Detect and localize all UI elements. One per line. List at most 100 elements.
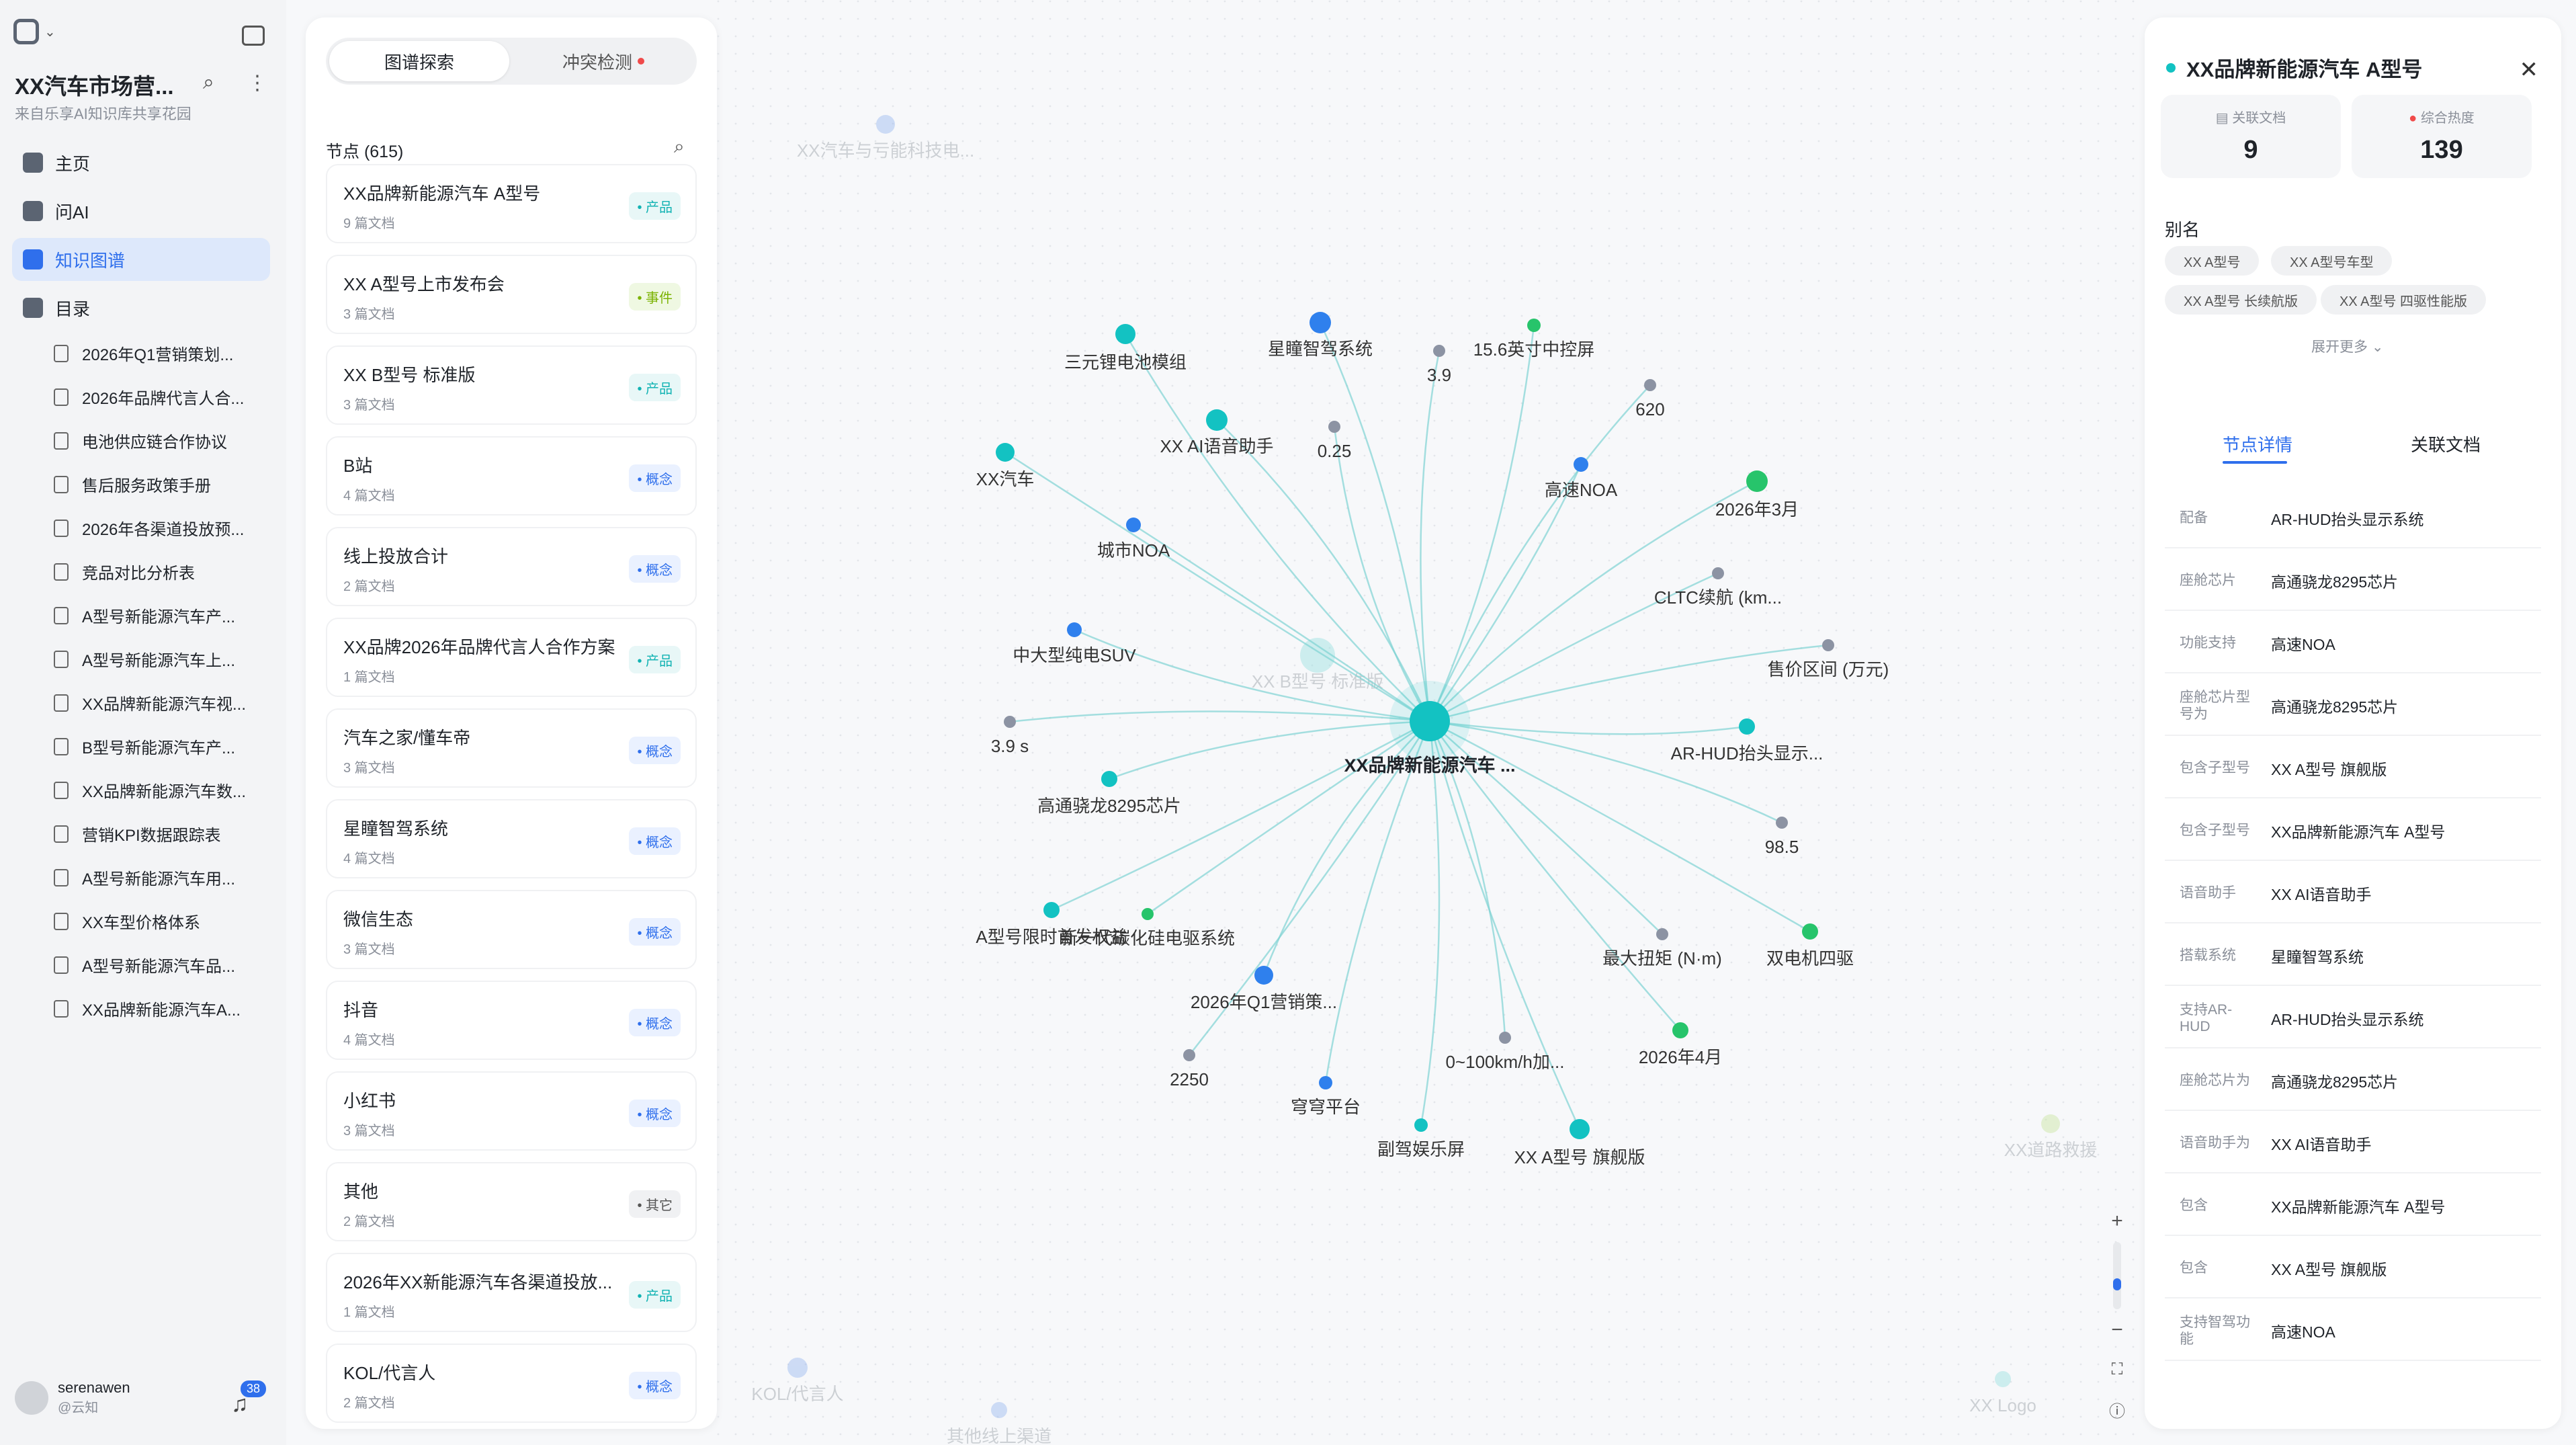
document-icon xyxy=(54,999,69,1018)
relation-target[interactable]: XX AI语音助手 xyxy=(2271,863,2372,923)
node-type-badge: • 产品 xyxy=(629,374,681,401)
node-list-item[interactable]: 汽车之家/懂车帝 3 篇文档 • 概念 xyxy=(326,708,697,788)
relation-target[interactable]: 高通骁龙8295芯片 xyxy=(2271,550,2398,611)
graph-node-dot xyxy=(1126,518,1141,532)
expand-more-button[interactable]: 展开更多 ⌄ xyxy=(2311,336,2383,356)
toc-item[interactable]: B型号新能源汽车产... xyxy=(54,735,269,758)
relation-row: 座舱芯片型号为 高通骁龙8295芯片 xyxy=(2165,675,2541,736)
node-list-item[interactable]: 微信生态 3 篇文档 • 概念 xyxy=(326,890,697,969)
relation-type: 功能支持 xyxy=(2180,635,2236,651)
relation-target[interactable]: XX品牌新能源汽车 A型号 xyxy=(2271,800,2445,861)
relation-target[interactable]: XX A型号 旗舰版 xyxy=(2271,738,2387,798)
graph-node-label: 3.9 xyxy=(1427,365,1451,385)
tab-graph-explore[interactable]: 图谱探索 xyxy=(329,41,509,81)
graph-node-label: 星瞳智驾系统 xyxy=(1268,339,1373,359)
tab-node-details[interactable]: 节点详情 xyxy=(2223,431,2292,456)
workspace-switcher[interactable]: ⌄ xyxy=(13,19,56,44)
sidebar: ⌄ XX汽车市场营... 来自乐享AI知识库共享花园 ⌕ ⋮ 主页 问AI 知识… xyxy=(0,0,286,1445)
search-icon[interactable]: ⌕ xyxy=(674,136,685,158)
zoom-out-icon[interactable]: − xyxy=(2096,1319,2138,1341)
toc-item-label: 2026年Q1营销策划... xyxy=(82,346,234,364)
node-list-item[interactable]: XX品牌新能源汽车 A型号 9 篇文档 • 产品 xyxy=(326,164,697,243)
node-list-item[interactable]: 2026年XX新能源汽车各渠道投放... 1 篇文档 • 产品 xyxy=(326,1253,697,1332)
ai-icon xyxy=(23,201,43,221)
detail-title: XX品牌新能源汽车 A型号 xyxy=(2166,52,2422,83)
node-list-item[interactable]: 其他 2 篇文档 • 其它 xyxy=(326,1162,697,1241)
relation-row: 语音助手为 XX AI语音助手 xyxy=(2165,1113,2541,1173)
toc-item[interactable]: 售后服务政策手册 xyxy=(54,472,269,496)
graph-node-dot xyxy=(996,443,1015,462)
node-type-label: 概念 xyxy=(646,1017,673,1032)
node-list-item[interactable]: KOL/代言人 2 篇文档 • 概念 xyxy=(326,1344,697,1423)
knowledge-graph-canvas[interactable]: XX汽车与亏能科技电... XX B型号 标准版 KOL/代言人 XX道路救援 XX L… xyxy=(717,0,2143,1445)
graph-node-label: 2250 xyxy=(1170,1069,1209,1089)
relation-target[interactable]: XX品牌新能源汽车 A型号 xyxy=(2271,1175,2445,1236)
relation-target[interactable]: 高速NOA xyxy=(2271,613,2335,673)
node-list-item[interactable]: XX B型号 标准版 3 篇文档 • 产品 xyxy=(326,345,697,425)
zoom-slider-thumb[interactable] xyxy=(2113,1278,2121,1290)
relation-target[interactable]: XX AI语音助手 xyxy=(2271,1113,2372,1173)
toc-item[interactable]: A型号新能源汽车品... xyxy=(54,953,269,977)
toc-item-label: XX车型价格体系 xyxy=(82,914,201,932)
nav-home[interactable]: 主页 xyxy=(12,141,270,184)
relation-target[interactable]: AR-HUD抬头显示系统 xyxy=(2271,988,2423,1048)
nav-knowledge-graph[interactable]: 知识图谱 xyxy=(12,238,270,281)
relation-target[interactable]: 星瞳智驾系统 xyxy=(2271,925,2364,986)
fit-view-icon[interactable]: ⛶ xyxy=(2096,1360,2138,1379)
toc-item[interactable]: 2026年Q1营销策划... xyxy=(54,341,269,365)
alias-chip: XX A型号 长续航版 xyxy=(2165,285,2317,315)
faded-node-label: 其他线上渠道 xyxy=(947,1426,1051,1445)
user-org: @云知 xyxy=(58,1401,99,1415)
toc-item[interactable]: 电池供应链合作协议 xyxy=(54,429,269,452)
relation-target[interactable]: 高速NOA xyxy=(2271,1300,2335,1361)
node-type-label: 概念 xyxy=(646,1380,673,1395)
node-doc-count: 9 篇文档 xyxy=(343,216,395,231)
help-icon[interactable]: ⓘ xyxy=(2096,1398,2138,1421)
toc-item[interactable]: 2026年品牌代言人合... xyxy=(54,385,269,409)
more-icon[interactable]: ⋮ xyxy=(247,71,267,95)
close-icon[interactable]: ✕ xyxy=(2520,56,2539,83)
tab-related-docs[interactable]: 关联文档 xyxy=(2411,431,2481,456)
toc-item[interactable]: XX品牌新能源汽车视... xyxy=(54,691,269,714)
graph-node-dot xyxy=(1142,908,1154,920)
toc-item[interactable]: 2026年各渠道投放预... xyxy=(54,516,269,540)
relation-target[interactable]: 高通骁龙8295芯片 xyxy=(2271,675,2398,736)
toc-item[interactable]: 竞品对比分析表 xyxy=(54,560,269,583)
nav-catalog[interactable]: 目录 xyxy=(12,286,270,329)
node-doc-count: 3 篇文档 xyxy=(343,1124,395,1139)
zoom-in-icon[interactable]: + xyxy=(2096,1210,2138,1233)
tab-conflict-detect[interactable]: 冲突检测 xyxy=(513,41,693,81)
toc-item-label: A型号新能源汽车产... xyxy=(82,608,236,626)
toc-item[interactable]: A型号新能源汽车上... xyxy=(54,647,269,671)
node-type-badge: • 产品 xyxy=(629,192,681,220)
nav-ask-ai[interactable]: 问AI xyxy=(12,190,270,233)
zoom-slider[interactable] xyxy=(2113,1242,2121,1309)
document-icon xyxy=(54,650,69,668)
collapse-sidebar-icon[interactable] xyxy=(242,26,265,46)
node-list-item[interactable]: 抖音 4 篇文档 • 概念 xyxy=(326,981,697,1060)
toc-item[interactable]: 营销KPI数据跟踪表 xyxy=(54,822,269,845)
node-list-item[interactable]: XX品牌2026年品牌代言人合作方案 1 篇文档 • 产品 xyxy=(326,618,697,697)
graph-node-dot xyxy=(1499,1032,1511,1044)
node-type-badge: • 概念 xyxy=(629,827,681,855)
user-profile[interactable]: serenawen @云知 xyxy=(15,1379,130,1416)
relation-row: 座舱芯片为 高通骁龙8295芯片 xyxy=(2165,1050,2541,1111)
toc-item[interactable]: A型号新能源汽车产... xyxy=(54,604,269,627)
search-icon[interactable]: ⌕ xyxy=(203,71,214,94)
toc-item[interactable]: A型号新能源汽车用... xyxy=(54,866,269,889)
node-list-item[interactable]: 线上投放合计 2 篇文档 • 概念 xyxy=(326,527,697,606)
relation-target[interactable]: XX A型号 旗舰版 xyxy=(2271,1238,2387,1298)
toc-item[interactable]: XX品牌新能源汽车A... xyxy=(54,997,269,1020)
toc-item[interactable]: XX品牌新能源汽车数... xyxy=(54,778,269,802)
graph-node-dot xyxy=(1328,421,1340,433)
node-list-item[interactable]: 小红书 3 篇文档 • 概念 xyxy=(326,1071,697,1151)
relation-target[interactable]: 高通骁龙8295芯片 xyxy=(2271,1050,2398,1111)
relation-target[interactable]: AR-HUD抬头显示系统 xyxy=(2271,488,2423,548)
node-type-badge: • 产品 xyxy=(629,1281,681,1309)
node-list-item[interactable]: 星瞳智驾系统 4 篇文档 • 概念 xyxy=(326,799,697,878)
toc-item[interactable]: XX车型价格体系 xyxy=(54,909,269,933)
nav-label: 问AI xyxy=(55,202,89,222)
graph-node-label: AR-HUD抬头显示... xyxy=(1671,743,1823,763)
node-list-item[interactable]: XX A型号上市发布会 3 篇文档 • 事件 xyxy=(326,255,697,334)
node-list-item[interactable]: B站 4 篇文档 • 概念 xyxy=(326,436,697,515)
